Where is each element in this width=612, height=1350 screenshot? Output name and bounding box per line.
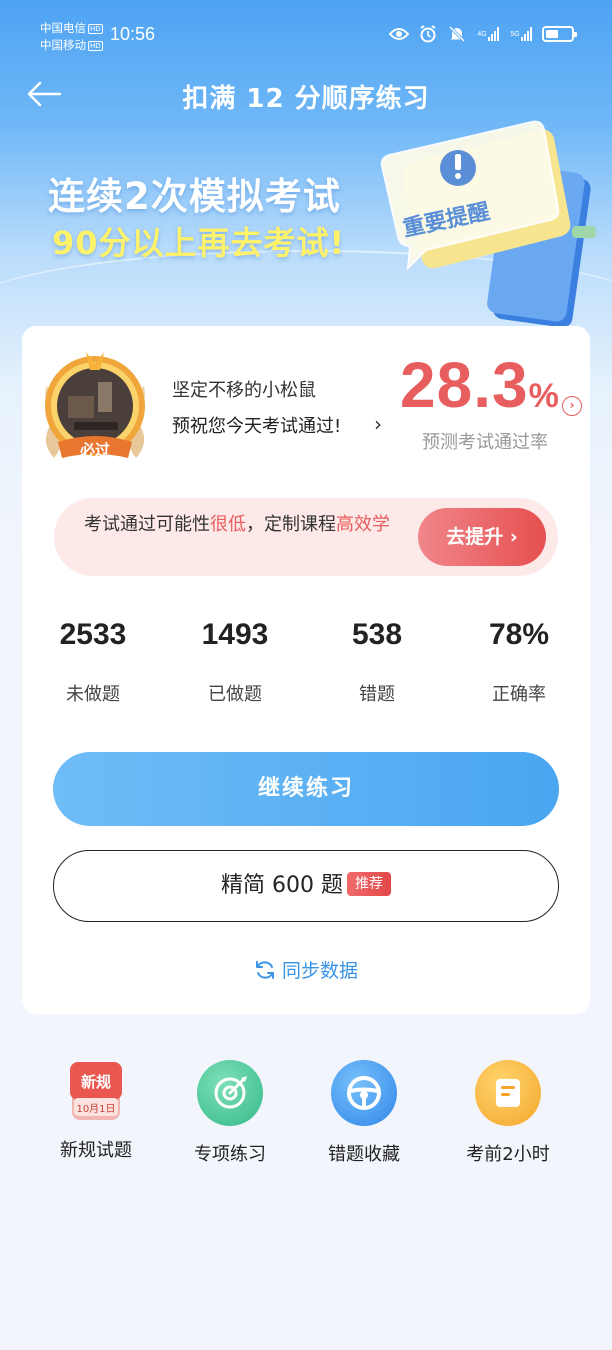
new-rules-calendar-icon: 新规 10月1日: [66, 1060, 126, 1122]
steering-wheel-icon: [331, 1060, 397, 1126]
reminder-illustration: 重要提醒: [372, 118, 612, 328]
eye-icon: [389, 24, 409, 44]
calendar-date-text: 10月1日: [76, 1103, 115, 1115]
circle-chevron-right-icon[interactable]: ›: [562, 396, 582, 416]
hd-badge: HD: [88, 40, 103, 51]
sync-label: 同步数据: [281, 960, 358, 982]
stat-value: 538: [351, 618, 403, 651]
mute-bell-icon: [447, 24, 467, 44]
alert-text-part: ，定制课程: [246, 514, 336, 535]
alert-highlight-low: 很低: [210, 514, 246, 535]
carrier-2: 中国移动: [40, 38, 86, 52]
target-icon: [197, 1060, 263, 1126]
tool-wrong-collection[interactable]: 错题收藏: [304, 1060, 424, 1166]
pass-rate-value[interactable]: 28.3%: [400, 348, 560, 422]
stat-label: 已做题: [208, 684, 262, 705]
status-bar: 中国电信 HD 中国移动 HD 10:56 4G 5G: [0, 0, 612, 70]
calendar-top-text: 新规: [81, 1073, 111, 1091]
tool-label: 专项练习: [194, 1144, 266, 1165]
recommend-badge: 推荐: [346, 872, 391, 896]
pass-rate-unit: %: [528, 377, 559, 415]
pass-rate-label: 预测考试通过率: [422, 432, 548, 453]
improve-button[interactable]: 去提升 ›: [418, 508, 546, 566]
signal-5g-icon: 5G: [509, 24, 533, 44]
stat-undone[interactable]: 2533 未做题: [22, 618, 164, 706]
banner-headline: 连续2次模拟考试: [48, 175, 341, 218]
stat-label: 错题: [359, 684, 395, 705]
progress-card: 必过 坚定不移的小松鼠 预祝您今天考试通过! › 28.3% › 预测考试通过率…: [22, 326, 590, 1014]
banner-subheadline: 90分以上再去考试!: [52, 224, 346, 262]
improve-button-label: 去提升: [446, 526, 504, 548]
stat-done[interactable]: 1493 已做题: [164, 618, 306, 706]
stat-wrong[interactable]: 538 错题: [306, 618, 448, 706]
tool-special-practice[interactable]: 专项练习: [170, 1060, 290, 1166]
medal-text: 必过: [79, 441, 110, 459]
status-icons: 4G 5G: [389, 24, 577, 44]
user-nickname: 坚定不移的小松鼠: [172, 380, 316, 401]
user-wish-link[interactable]: 预祝您今天考试通过!: [172, 412, 341, 438]
sync-data-button[interactable]: 同步数据: [22, 956, 590, 986]
stat-label: 未做题: [66, 684, 120, 705]
hd-badge: HD: [88, 23, 103, 34]
tool-label: 考前2小时: [466, 1144, 550, 1165]
page-title: 扣满 12 分顺序练习: [182, 84, 430, 114]
alert-highlight-course: 高效学: [336, 514, 390, 535]
stat-value: 78%: [488, 618, 550, 651]
tool-new-rules[interactable]: 新规 10月1日 新规试题: [36, 1060, 156, 1162]
tool-2-hours-before[interactable]: 考前2小时: [448, 1060, 568, 1166]
avatar-medal[interactable]: 必过: [36, 346, 154, 468]
sync-icon: [254, 959, 276, 986]
carrier-1: 中国电信: [40, 21, 86, 35]
tool-label: 新规试题: [60, 1140, 132, 1161]
alert-text-part: 考试通过可能性: [84, 514, 210, 535]
stat-accuracy[interactable]: 78% 正确率: [448, 618, 590, 706]
alert-message: 考试通过可能性很低，定制课程高效学: [84, 512, 414, 537]
simplified-600-button[interactable]: 精简 600 题推荐: [53, 850, 559, 922]
signal-4g-icon: 4G: [476, 24, 500, 44]
pass-rate-number: 28.3: [400, 349, 529, 421]
document-icon: [475, 1060, 541, 1126]
chevron-right-icon[interactable]: ›: [374, 412, 382, 436]
stat-value: 1493: [201, 618, 269, 651]
battery-icon: [542, 26, 577, 42]
tool-label: 错题收藏: [328, 1144, 400, 1165]
pass-probability-alert: 考试通过可能性很低，定制课程高效学 去提升 ›: [54, 498, 558, 576]
alarm-icon: [418, 24, 438, 44]
stats-row: 2533 未做题 1493 已做题 538 错题 78% 正确率: [22, 618, 590, 718]
stat-value: 2533: [59, 618, 127, 651]
clock: 10:56: [110, 24, 156, 44]
stat-label: 正确率: [492, 684, 546, 705]
quick-tools: 新规 10月1日 新规试题 专项练习 错题收藏 考前2小时: [0, 1060, 612, 1180]
simplified-label: 精简 600 题: [221, 873, 343, 898]
carrier-info: 中国电信 HD 中国移动 HD: [40, 20, 103, 54]
continue-practice-button[interactable]: 继续练习: [53, 752, 559, 826]
